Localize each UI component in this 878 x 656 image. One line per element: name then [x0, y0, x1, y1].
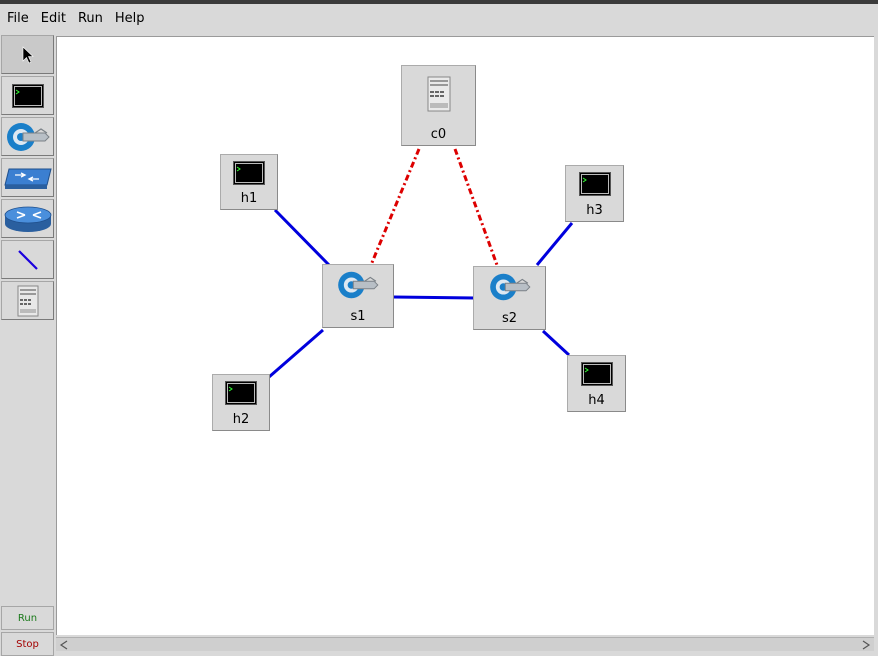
select-tool-button[interactable] — [1, 35, 54, 74]
terminal-host-icon — [11, 83, 44, 108]
controller-node-c0[interactable]: c0 — [401, 65, 476, 146]
node-label: h3 — [586, 203, 603, 218]
link-c0-s1[interactable] — [369, 148, 421, 266]
host-node-h3[interactable]: h3 — [565, 165, 624, 222]
topology-canvas[interactable]: c0 h1 h2 h3 h4 s1 s2 — [56, 36, 874, 635]
controller-tool-button[interactable] — [1, 281, 54, 320]
switch-node-s2[interactable]: s2 — [473, 266, 546, 330]
host-tool-button[interactable] — [1, 76, 54, 115]
horizontal-scrollbar[interactable] — [56, 637, 874, 651]
menu-file[interactable]: File — [0, 4, 35, 33]
host-node-h2[interactable]: h2 — [212, 374, 270, 431]
menu-bar: File Edit Run Help — [0, 4, 878, 33]
node-label: s1 — [350, 309, 366, 324]
switch-tool-button[interactable] — [1, 117, 54, 156]
terminal-host-icon — [225, 381, 257, 405]
node-label: h2 — [232, 412, 250, 427]
link-tool-button[interactable] — [1, 240, 54, 279]
link-c0-s2[interactable] — [453, 148, 499, 266]
window-right-edge — [874, 34, 878, 651]
controller-server-icon — [17, 285, 38, 316]
openflow-switch-icon — [6, 122, 50, 151]
openflow-switch-icon — [338, 271, 379, 299]
cursor-arrow-icon — [22, 45, 34, 63]
link-line-icon — [17, 249, 38, 270]
tool-palette: Run Stop — [0, 34, 55, 656]
menu-run[interactable]: Run — [72, 4, 109, 33]
scroll-right-arrow-icon[interactable] — [860, 640, 872, 650]
stop-button[interactable]: Stop — [1, 632, 54, 656]
host-node-h4[interactable]: h4 — [567, 355, 626, 412]
router-icon — [4, 206, 51, 232]
run-button[interactable]: Run — [1, 606, 54, 630]
node-label: c0 — [430, 127, 447, 142]
legacy-switch-tool-button[interactable] — [1, 158, 54, 197]
router-tool-button[interactable] — [1, 199, 54, 238]
host-node-h1[interactable]: h1 — [220, 154, 278, 210]
scroll-left-arrow-icon[interactable] — [58, 640, 70, 650]
switch-node-s1[interactable]: s1 — [322, 264, 394, 328]
link-h1-s1[interactable] — [273, 208, 331, 267]
node-label: h1 — [240, 191, 258, 206]
menu-edit[interactable]: Edit — [35, 4, 72, 33]
menu-help[interactable]: Help — [109, 4, 151, 33]
node-label: s2 — [501, 311, 518, 326]
link-h4-s2[interactable] — [541, 329, 571, 357]
link-h3-s2[interactable] — [535, 222, 574, 266]
node-label: h4 — [588, 393, 605, 408]
terminal-host-icon — [233, 161, 265, 185]
terminal-host-icon — [578, 172, 611, 196]
openflow-switch-icon — [489, 273, 531, 301]
link-s1-s2[interactable] — [393, 295, 476, 300]
controller-server-icon — [427, 76, 450, 112]
terminal-host-icon — [580, 362, 613, 386]
legacy-switch-icon — [3, 168, 52, 189]
link-h2-s1[interactable] — [268, 328, 324, 379]
